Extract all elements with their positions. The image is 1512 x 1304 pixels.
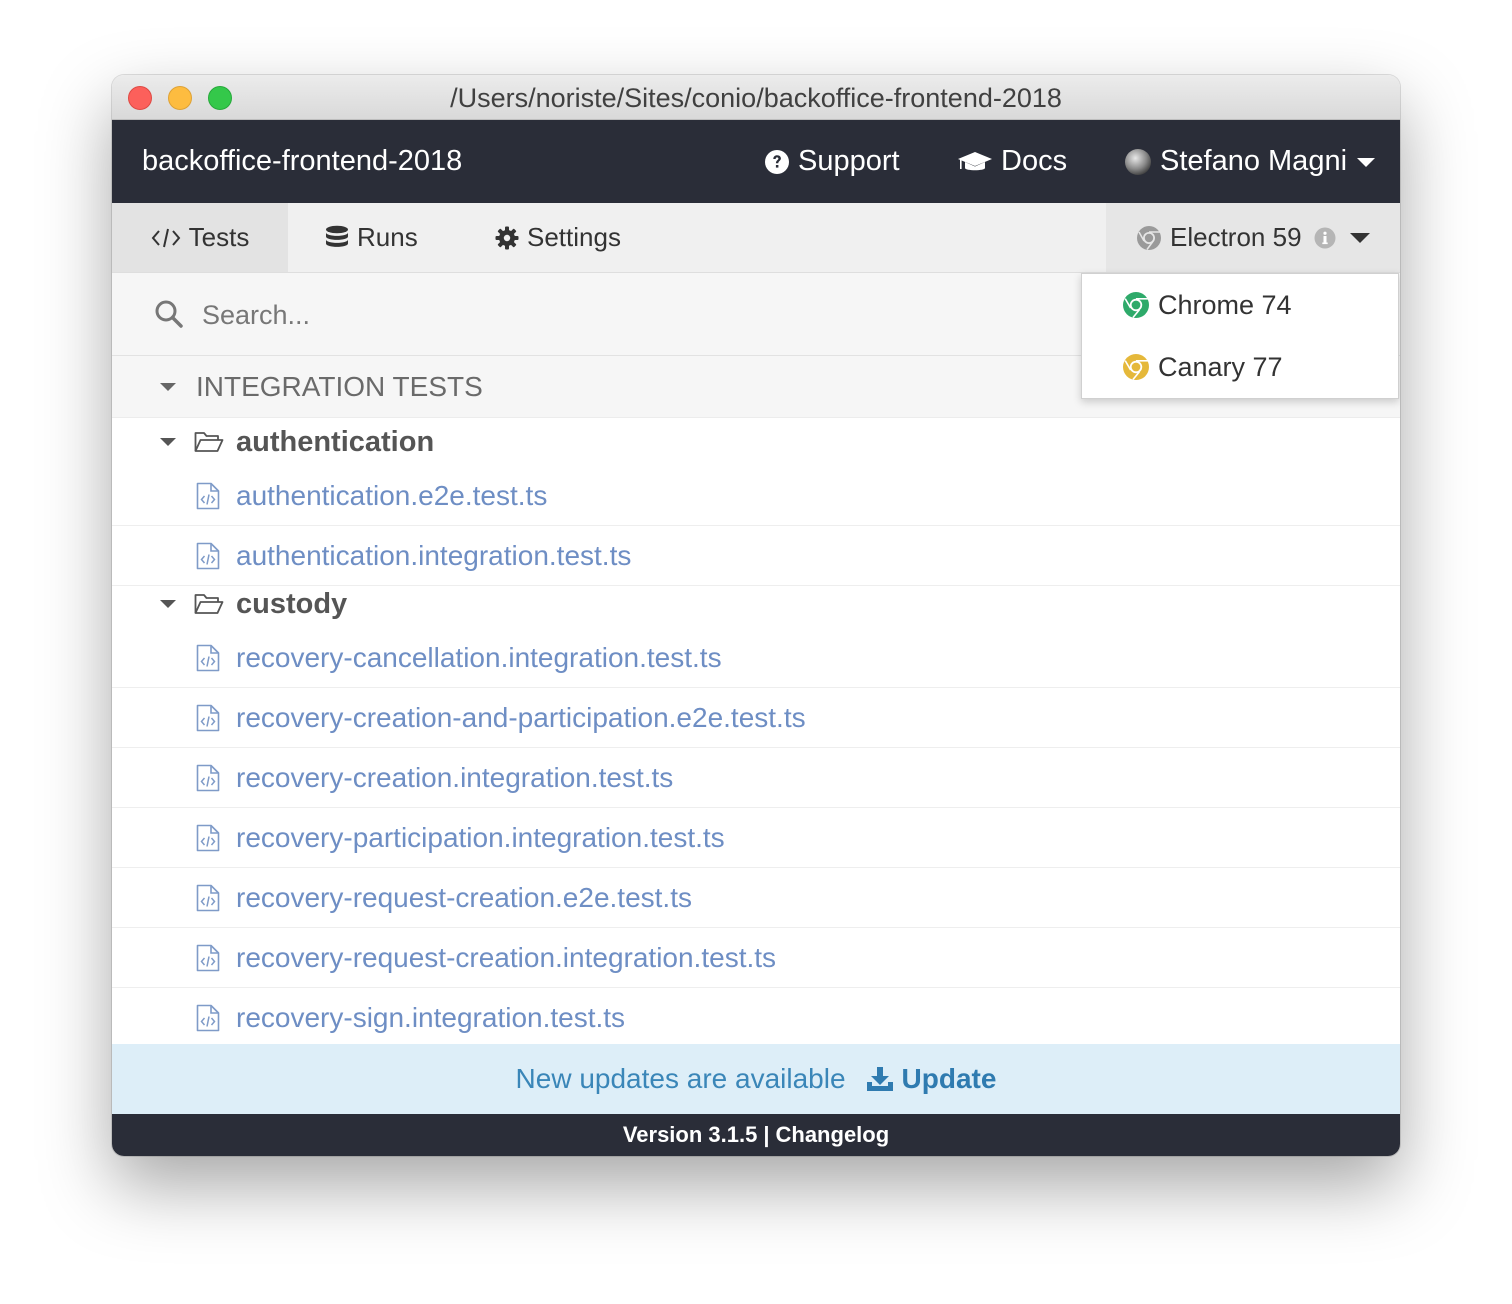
canary-icon [1123, 354, 1149, 381]
spec-file-name: recovery-request-creation.e2e.test.ts [236, 881, 692, 913]
file-code-icon [196, 704, 220, 731]
spec-file-name: recovery-creation.integration.test.ts [236, 761, 674, 793]
folder-name: authentication [236, 425, 435, 458]
footer-separator: | [763, 1122, 770, 1147]
spec-file-name: recovery-participation.integration.test.… [236, 821, 725, 853]
search-icon [155, 300, 183, 328]
changelog-link[interactable]: Changelog [776, 1122, 890, 1148]
user-name: Stefano Magni [1160, 145, 1348, 177]
file-code-icon [196, 764, 220, 791]
download-icon [866, 1067, 893, 1091]
search-input[interactable] [200, 291, 1064, 339]
tab-settings-label: Settings [527, 222, 621, 252]
spec-file-name: recovery-creation-and-participation.e2e.… [236, 701, 806, 733]
docs-link[interactable]: Docs [957, 120, 1067, 203]
selected-browser-label: Electron 59 [1170, 222, 1302, 252]
spec-file-name: recovery-request-creation.integration.te… [236, 941, 777, 973]
title-bar: /Users/noriste/Sites/conio/backoffice-fr… [112, 75, 1400, 120]
window-title: /Users/noriste/Sites/conio/backoffice-fr… [450, 83, 1062, 113]
avatar [1125, 148, 1151, 175]
database-icon [326, 225, 348, 247]
update-button-label: Update [901, 1063, 997, 1094]
folder-name: custody [236, 587, 348, 620]
info-circle-icon[interactable] [1314, 227, 1336, 249]
update-button[interactable]: Update [866, 1063, 997, 1095]
caret-down-icon [1357, 157, 1376, 167]
caret-down-icon [160, 600, 176, 608]
gear-icon [495, 226, 519, 249]
spec-file-row[interactable]: recovery-request-creation.e2e.test.ts [112, 868, 1400, 928]
spec-file-row[interactable]: recovery-sign.integration.test.ts [112, 988, 1400, 1048]
folder-open-icon [194, 432, 224, 452]
file-code-icon [196, 644, 220, 671]
file-code-icon [196, 482, 220, 509]
spec-file-name: authentication.e2e.test.ts [236, 479, 548, 511]
project-name: backoffice-frontend-2018 [142, 145, 463, 177]
browser-option-chrome[interactable]: Chrome 74 [1082, 274, 1398, 336]
folder-custody[interactable]: custody [112, 580, 1400, 628]
docs-label: Docs [1001, 145, 1068, 177]
tab-settings[interactable]: Settings [495, 203, 621, 272]
spec-file-row[interactable]: recovery-participation.integration.test.… [112, 808, 1400, 868]
footer: Version 3.1.5 | Changelog [112, 1114, 1400, 1156]
file-code-icon [196, 1004, 220, 1032]
spec-file-row[interactable]: authentication.e2e.test.ts [112, 466, 1400, 526]
spec-file-name: authentication.integration.test.ts [236, 539, 632, 571]
tab-tests[interactable]: Tests [112, 203, 288, 272]
caret-down-icon [1349, 232, 1370, 243]
spec-list: INTEGRATION TESTS authentication authent… [112, 356, 1400, 1044]
electron-browser-icon [1137, 225, 1161, 250]
browser-picker[interactable]: Electron 59 [1106, 203, 1400, 272]
spec-file-row[interactable]: recovery-creation.integration.test.ts [112, 748, 1400, 808]
updates-message: New updates are available [515, 1063, 846, 1094]
tab-runs-label: Runs [357, 222, 418, 252]
folder-open-icon [194, 594, 224, 614]
browser-dropdown-menu: Chrome 74 Canary 77 [1081, 273, 1399, 399]
file-code-icon [196, 884, 220, 911]
support-link[interactable]: Support [764, 120, 900, 203]
spec-file-name: recovery-cancellation.integration.test.t… [236, 641, 722, 673]
spec-file-row[interactable]: recovery-request-creation.integration.te… [112, 928, 1400, 988]
top-nav: backoffice-frontend-2018 Support Docs St… [112, 120, 1400, 203]
file-code-icon [196, 824, 220, 851]
support-label: Support [798, 145, 900, 177]
file-code-icon [196, 944, 220, 971]
code-icon [151, 228, 180, 247]
spec-file-name: recovery-sign.integration.test.ts [236, 1002, 626, 1033]
spec-file-row[interactable]: authentication.integration.test.ts [112, 526, 1400, 586]
browser-option-canary[interactable]: Canary 77 [1082, 336, 1398, 398]
updates-banner: New updates are available Update [112, 1044, 1400, 1114]
chrome-option-label: Chrome 74 [1158, 289, 1292, 320]
section-title: INTEGRATION TESTS [196, 370, 483, 402]
caret-down-icon [160, 382, 176, 391]
version-label: Version 3.1.5 [622, 1122, 758, 1147]
graduation-cap-icon [958, 151, 992, 170]
tab-tests-label: Tests [188, 222, 250, 252]
folder-authentication[interactable]: authentication [112, 418, 1400, 466]
tab-runs[interactable]: Runs [325, 203, 418, 272]
canary-option-label: Canary 77 [1158, 351, 1283, 382]
chrome-icon [1123, 292, 1149, 319]
caret-down-icon [160, 438, 176, 446]
spec-file-row[interactable]: recovery-cancellation.integration.test.t… [112, 628, 1400, 688]
tab-bar: Tests Runs Settings Electron 59 [112, 203, 1400, 273]
file-code-icon [196, 542, 220, 569]
app-window: /Users/noriste/Sites/conio/backoffice-fr… [112, 75, 1400, 1156]
user-menu[interactable]: Stefano Magni [1124, 120, 1383, 203]
spec-file-row[interactable]: recovery-creation-and-participation.e2e.… [112, 688, 1400, 748]
question-circle-icon [765, 149, 789, 174]
